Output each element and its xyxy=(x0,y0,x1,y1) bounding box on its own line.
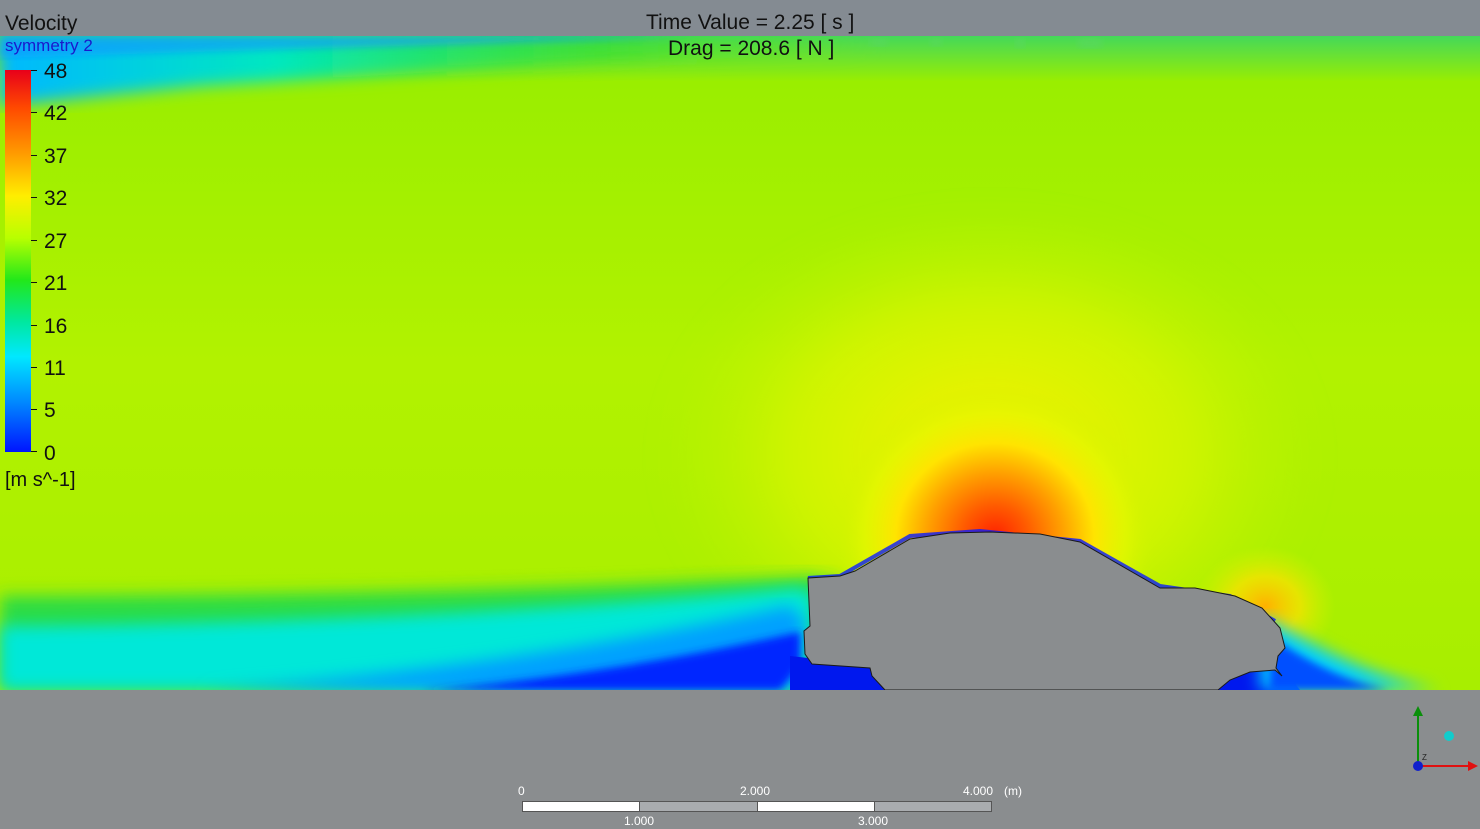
scale-segment xyxy=(757,801,875,812)
legend-location: symmetry 2 xyxy=(5,36,93,55)
scale-segment xyxy=(874,801,992,812)
colorbar-tick-label: 21 xyxy=(44,272,68,295)
scale-bar xyxy=(522,801,992,812)
x-axis-arrowhead xyxy=(1468,761,1478,771)
scale-label: 4.000 xyxy=(963,784,994,798)
colorbar-tick xyxy=(31,70,37,71)
scale-label: 0 xyxy=(518,784,525,798)
time-value-annotation: Time Value = 2.25 [ s ] xyxy=(646,11,855,34)
colorbar-tick-label: 42 xyxy=(44,102,68,125)
drag-annotation: Drag = 208.6 [ N ] xyxy=(668,37,835,60)
colorbar-tick-label: 32 xyxy=(44,187,68,210)
y-axis-arrowhead xyxy=(1413,706,1423,716)
colorbar-tick xyxy=(31,155,37,156)
colorbar-tick xyxy=(31,409,37,410)
scale-segment xyxy=(639,801,758,812)
scale-label: 1.000 xyxy=(624,814,655,828)
colorbar-tick xyxy=(31,367,37,368)
scale-segment xyxy=(522,801,640,812)
colorbar-tick-label: 48 xyxy=(44,60,68,83)
z-axis-marker xyxy=(1444,731,1454,741)
origin-marker xyxy=(1413,761,1423,771)
colorbar-tick xyxy=(31,282,37,283)
colorbar-tick xyxy=(31,112,37,113)
scale-label: 3.000 xyxy=(858,814,889,828)
colorbar-tick-label: 37 xyxy=(44,145,68,168)
axis-triad: Y Z xyxy=(1398,684,1480,780)
colorbar-tick-label: 5 xyxy=(44,399,56,422)
colorbar xyxy=(5,70,31,452)
colorbar-tick-label: 0 xyxy=(44,442,56,465)
colorbar-tick xyxy=(31,240,37,241)
colorbar-tick-label: 16 xyxy=(44,315,68,338)
scale-unit: (m) xyxy=(1004,784,1022,798)
colorbar-tick-label: 27 xyxy=(44,230,68,253)
legend-unit: [m s^-1] xyxy=(5,469,76,491)
legend-title: Velocity xyxy=(5,12,78,35)
cfd-viewport[interactable]: Velocity symmetry 2 48 42 37 32 27 21 16… xyxy=(0,0,1480,829)
colorbar-tick xyxy=(31,325,37,326)
colorbar-tick xyxy=(31,197,37,198)
scale-label: 2.000 xyxy=(740,784,771,798)
velocity-contour-field xyxy=(0,36,1480,690)
colorbar-tick xyxy=(31,451,37,452)
z-axis-label: Z xyxy=(1422,753,1427,762)
colorbar-tick-label: 11 xyxy=(44,357,66,380)
